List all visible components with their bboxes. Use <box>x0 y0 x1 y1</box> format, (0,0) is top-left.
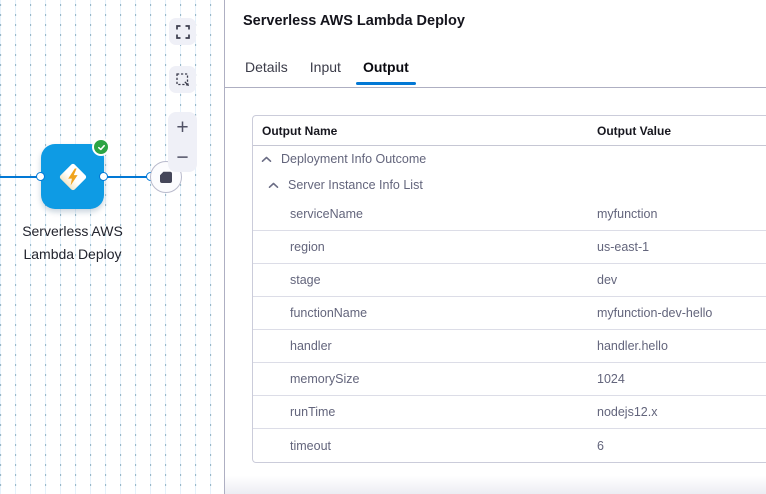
output-name: stage <box>253 273 597 287</box>
section-label: Deployment Info Outcome <box>281 152 426 166</box>
aws-lambda-bolt-icon <box>55 159 91 195</box>
document-icon <box>159 171 173 184</box>
output-name: memorySize <box>253 372 597 386</box>
table-row: functionName myfunction-dev-hello <box>253 297 766 330</box>
zoom-in-button[interactable]: + <box>168 112 197 142</box>
table-row: handler handler.hello <box>253 330 766 363</box>
output-value: us-east-1 <box>597 240 766 254</box>
section-row-server-instance-info[interactable]: Server Instance Info List <box>253 172 766 198</box>
node-port-in[interactable] <box>36 172 45 181</box>
output-value: nodejs12.x <box>597 405 766 419</box>
output-value: myfunction <box>597 207 766 221</box>
column-header-output-value: Output Value <box>597 124 766 138</box>
table-row: timeout 6 <box>253 429 766 462</box>
tab-output[interactable]: Output <box>363 59 409 85</box>
tab-input[interactable]: Input <box>310 59 341 85</box>
table-row: runTime nodejs12.x <box>253 396 766 429</box>
table-header-row: Output Name Output Value <box>253 116 766 146</box>
output-name: region <box>253 240 597 254</box>
zoom-toolbar: + − <box>168 112 197 172</box>
node-label: Serverless AWS Lambda Deploy <box>10 220 135 266</box>
connector-line-right <box>104 176 150 178</box>
node-port-out[interactable] <box>99 172 108 181</box>
pipeline-canvas[interactable]: Serverless AWS Lambda Deploy + − <box>0 0 224 494</box>
chevron-up-icon <box>268 182 279 189</box>
outputs-table: Output Name Output Value Deployment Info… <box>252 115 766 463</box>
fullscreen-button[interactable] <box>169 18 196 45</box>
output-name: serviceName <box>253 207 597 221</box>
tab-details[interactable]: Details <box>245 59 288 85</box>
fullscreen-icon <box>176 25 190 39</box>
output-name: runTime <box>253 405 597 419</box>
marquee-select-icon <box>176 73 190 87</box>
table-row: region us-east-1 <box>253 231 766 264</box>
chevron-up-icon <box>261 156 272 163</box>
success-badge <box>92 138 110 156</box>
table-row: memorySize 1024 <box>253 363 766 396</box>
table-row: serviceName myfunction <box>253 198 766 231</box>
table-row: stage dev <box>253 264 766 297</box>
output-value: myfunction-dev-hello <box>597 306 766 320</box>
panel-title: Serverless AWS Lambda Deploy <box>243 13 465 29</box>
step-details-panel: Serverless AWS Lambda Deploy Details Inp… <box>225 0 766 494</box>
section-label: Server Instance Info List <box>288 178 423 192</box>
marquee-select-button[interactable] <box>169 66 196 93</box>
output-value: 6 <box>597 439 766 453</box>
panel-tabs: Details Input Output <box>245 59 409 85</box>
check-icon <box>97 143 106 152</box>
tabs-divider <box>225 87 766 88</box>
output-value: 1024 <box>597 372 766 386</box>
zoom-out-button[interactable]: − <box>168 142 197 172</box>
output-name: functionName <box>253 306 597 320</box>
output-name: timeout <box>253 439 597 453</box>
section-row-deployment-info[interactable]: Deployment Info Outcome <box>253 146 766 172</box>
output-name: handler <box>253 339 597 353</box>
output-value: handler.hello <box>597 339 766 353</box>
column-header-output-name: Output Name <box>253 124 597 138</box>
output-value: dev <box>597 273 766 287</box>
connector-line-left <box>0 176 41 178</box>
